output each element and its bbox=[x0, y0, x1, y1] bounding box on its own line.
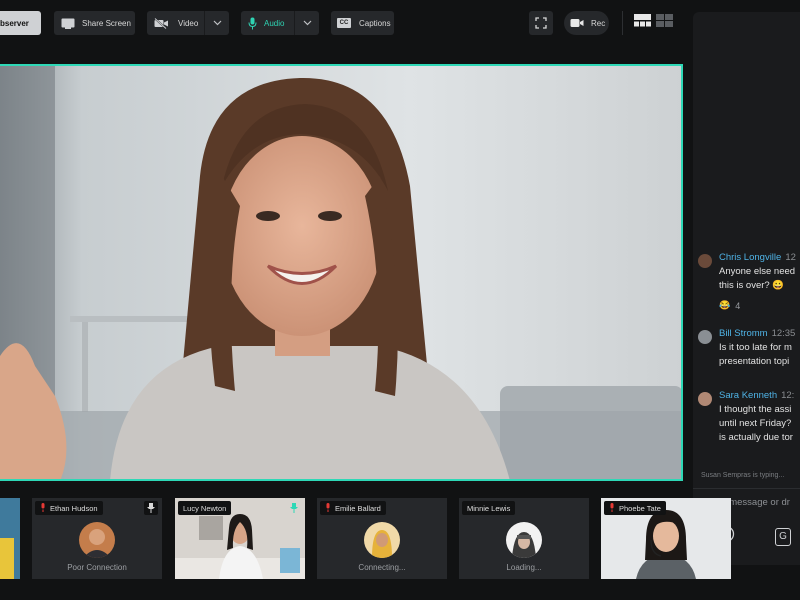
connection-status: Connecting... bbox=[358, 563, 406, 572]
chat-message-line: is actually due tor bbox=[719, 432, 793, 443]
chat-message-line: Is it too late for m bbox=[719, 342, 792, 353]
reaction-badge[interactable]: 😂 4 bbox=[719, 300, 740, 311]
video-options-caret[interactable] bbox=[204, 11, 229, 35]
typing-indicator: Susan Sempras is typing... bbox=[701, 472, 785, 479]
participant-name-tag: Lucy Newton bbox=[178, 501, 232, 515]
participant-name-tag: Emilie Ballard bbox=[320, 501, 386, 515]
pin-button[interactable] bbox=[287, 501, 301, 515]
microphone-icon bbox=[248, 17, 257, 30]
record-label: Rec bbox=[591, 18, 606, 28]
avatar bbox=[506, 522, 542, 558]
captions-icon: CC bbox=[337, 18, 351, 28]
chat-message-author: Bill Stromm 12:35 bbox=[719, 328, 795, 339]
audio-label: Audio bbox=[264, 18, 285, 28]
chat-message-time: 12: bbox=[781, 390, 795, 401]
video-button[interactable]: Video bbox=[147, 11, 229, 35]
chat-author-name: Chris Longville bbox=[719, 252, 782, 263]
gif-icon[interactable]: G bbox=[775, 527, 791, 546]
participant-name: Ethan Hudson bbox=[50, 503, 98, 513]
chat-message-line: until next Friday? bbox=[719, 418, 792, 429]
mic-muted-icon bbox=[40, 502, 46, 514]
participant-name-tag: Phoebe Tate bbox=[604, 501, 666, 515]
participant-tile[interactable]: Minnie Lewis Loading... bbox=[459, 498, 589, 579]
chat-author-name: Bill Stromm bbox=[719, 328, 768, 339]
avatar bbox=[698, 392, 712, 406]
participant-name: Emilie Ballard bbox=[335, 503, 381, 513]
avatar bbox=[698, 254, 712, 268]
observer-button[interactable]: bserver bbox=[0, 11, 41, 35]
chat-message-line: this is over? 😀 bbox=[719, 280, 785, 291]
participant-name: Lucy Newton bbox=[183, 503, 227, 513]
participant-name-tag: Ethan Hudson bbox=[35, 501, 103, 515]
connection-status: Poor Connection bbox=[67, 563, 127, 572]
layout-icon[interactable] bbox=[634, 14, 651, 32]
chat-panel: Chris Longville 12 Anyone else need this … bbox=[693, 12, 800, 565]
grid-layout-icon[interactable] bbox=[656, 14, 673, 32]
participant-tile[interactable]: Phoebe Tate bbox=[601, 498, 731, 579]
pin-icon bbox=[290, 503, 298, 513]
main-video[interactable] bbox=[0, 64, 683, 481]
share-screen-button[interactable]: Share Screen bbox=[54, 11, 135, 35]
chat-message-time: 12:35 bbox=[771, 328, 796, 339]
participant-tile[interactable]: Ethan Hudson Poor Connection bbox=[32, 498, 162, 579]
gif-label: G bbox=[779, 531, 787, 542]
connection-status: Loading... bbox=[506, 563, 542, 572]
chat-author-name: Sara Kenneth bbox=[719, 390, 778, 401]
chat-message-author: Sara Kenneth 12: bbox=[719, 390, 794, 401]
participant-tile[interactable]: Emilie Ballard Connecting... bbox=[317, 498, 447, 579]
captions-label: Captions bbox=[359, 18, 391, 28]
chat-message-line: presentation topi bbox=[719, 356, 790, 367]
speaker-video-frame bbox=[0, 66, 681, 479]
pin-button[interactable] bbox=[144, 501, 158, 515]
audio-options-caret[interactable] bbox=[294, 11, 319, 35]
avatar bbox=[698, 330, 712, 344]
participant-tile[interactable]: Lucy Newton bbox=[175, 498, 305, 579]
chevron-down-icon bbox=[303, 20, 311, 26]
participant-name: Phoebe Tate bbox=[619, 503, 661, 513]
record-button[interactable]: Rec bbox=[564, 11, 609, 35]
chat-message-line: I thought the assi bbox=[719, 404, 792, 415]
reaction-count: 4 bbox=[735, 300, 741, 311]
video-label: Video bbox=[178, 18, 199, 28]
screen-icon bbox=[61, 18, 75, 29]
participant-video bbox=[0, 498, 20, 579]
chat-message-time: 12 bbox=[785, 252, 796, 263]
fullscreen-button[interactable] bbox=[529, 11, 553, 35]
avatar bbox=[364, 522, 400, 558]
pin-icon bbox=[147, 503, 155, 513]
participant-tile-partial[interactable] bbox=[0, 498, 20, 579]
observer-label: bserver bbox=[0, 18, 29, 28]
participant-name-tag: Minnie Lewis bbox=[462, 501, 516, 515]
chat-divider bbox=[693, 488, 800, 489]
chat-message-line: Anyone else need bbox=[719, 266, 796, 277]
mic-muted-icon bbox=[325, 502, 331, 514]
toolbar: bserver Share Screen Video Audio CC Capt… bbox=[0, 0, 690, 46]
captions-button[interactable]: CC Captions bbox=[331, 11, 394, 35]
audio-button[interactable]: Audio bbox=[241, 11, 319, 35]
toolbar-divider bbox=[622, 11, 623, 35]
participant-name: Minnie Lewis bbox=[467, 503, 511, 513]
avatar bbox=[79, 522, 115, 558]
laugh-emoji-icon: 😂 bbox=[719, 300, 731, 310]
camera-icon bbox=[570, 18, 584, 28]
share-screen-label: Share Screen bbox=[82, 18, 131, 28]
fullscreen-icon bbox=[535, 17, 547, 29]
chevron-down-icon bbox=[213, 20, 221, 26]
chat-message-author: Chris Longville 12 bbox=[719, 252, 796, 263]
video-off-icon bbox=[154, 17, 169, 29]
mic-muted-icon bbox=[609, 502, 615, 514]
